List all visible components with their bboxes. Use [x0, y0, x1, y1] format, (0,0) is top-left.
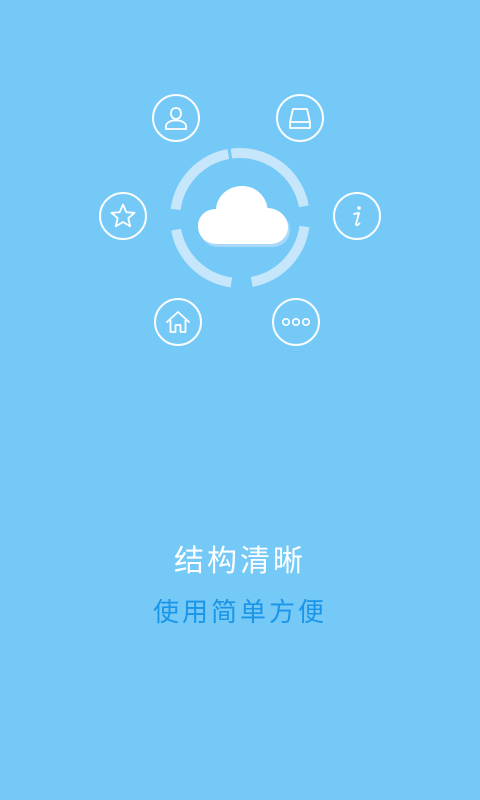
more-icon[interactable]: [272, 298, 320, 346]
onboarding-screen[interactable]: 结构清晰 使用简单方便: [0, 0, 480, 800]
feature-subtitle: 使用简单方便: [152, 598, 327, 628]
cloud-icon: [198, 186, 290, 247]
info-icon[interactable]: [333, 192, 381, 240]
home-icon[interactable]: [154, 298, 202, 346]
storage-drive-icon[interactable]: [276, 94, 324, 142]
user-icon[interactable]: [152, 94, 200, 142]
star-icon[interactable]: [99, 192, 147, 240]
feature-title: 结构清晰: [174, 544, 306, 579]
feature-illustration: [0, 0, 480, 420]
